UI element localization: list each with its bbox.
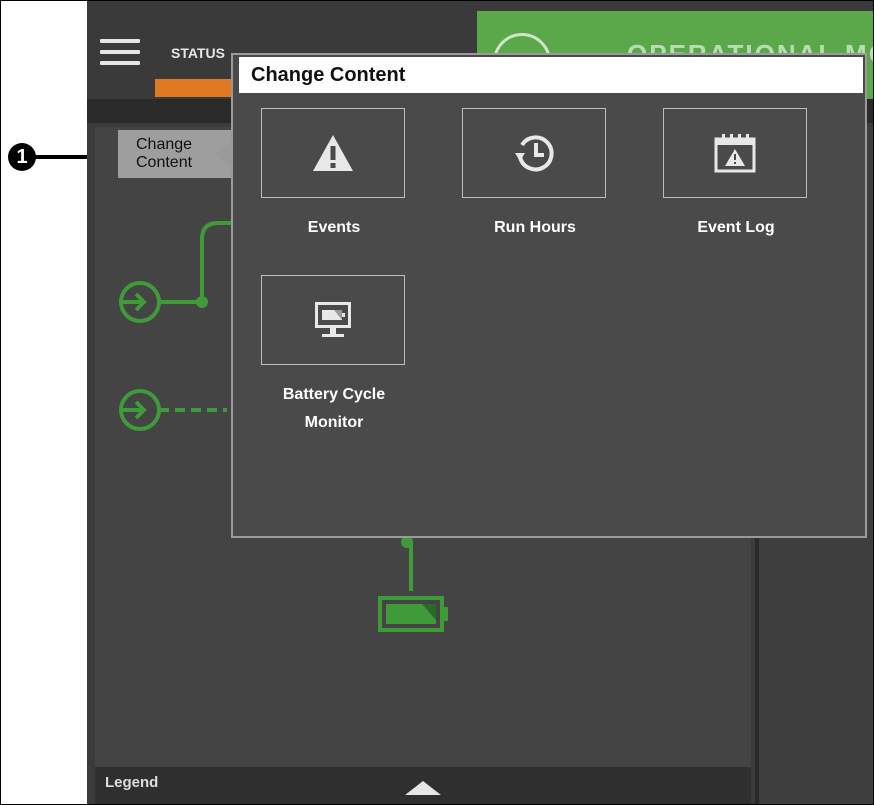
tile-label: Run Hours (494, 219, 576, 236)
input-arrow-2 (122, 400, 147, 420)
chevron-up-icon[interactable] (405, 777, 441, 797)
modal-header: Change Content (239, 57, 863, 93)
warning-icon (313, 135, 353, 171)
history-icon (515, 135, 554, 172)
tile-event-log-box[interactable] (663, 108, 807, 198)
tile-run-hours[interactable]: Run Hours (462, 108, 608, 242)
tile-events[interactable]: Events (261, 108, 407, 242)
tile-label: Event Log (697, 219, 775, 236)
monitor-battery-icon (315, 302, 351, 337)
tile-label: Battery Cycle Monitor (282, 386, 386, 431)
calendar-alert-icon (714, 134, 756, 173)
tile-events-box[interactable] (261, 108, 405, 198)
input-arrow-1 (122, 292, 147, 312)
junction-dot (196, 296, 208, 308)
tile-battery-cycle-monitor[interactable]: Battery Cycle Monitor (261, 275, 407, 437)
modal-pointer (215, 142, 231, 166)
legend-label: Legend (105, 774, 159, 791)
tile-run-hours-box[interactable] (462, 108, 606, 198)
tile-label: Events (307, 219, 361, 236)
modal-title: Change Content (251, 63, 406, 86)
feed-line-1 (159, 221, 237, 304)
callout-marker: 1 (8, 143, 36, 171)
tile-event-log[interactable]: Event Log (663, 108, 809, 242)
tile-battery-cycle-monitor-box[interactable] (261, 275, 405, 365)
change-content-modal: Change Content Events Run Hours Event Lo… (231, 53, 867, 538)
